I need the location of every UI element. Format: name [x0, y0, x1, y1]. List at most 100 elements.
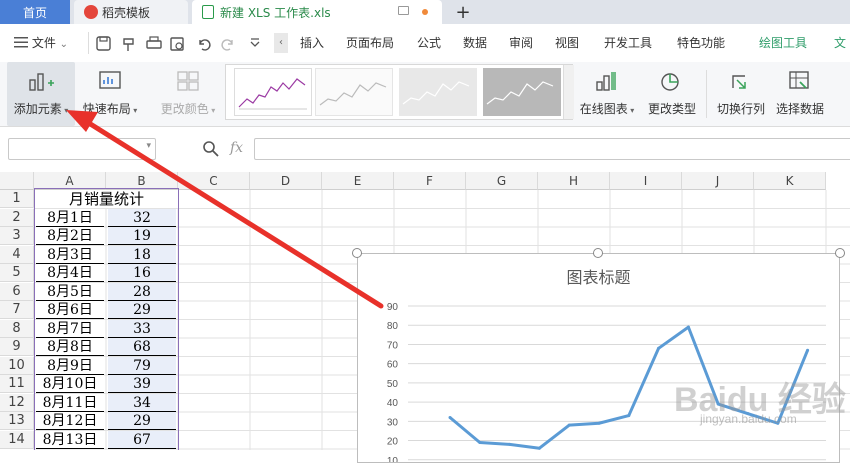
- change-type-button[interactable]: 更改类型: [644, 62, 700, 126]
- save-icon[interactable]: [96, 36, 111, 51]
- switch-row-col-button[interactable]: 切换行列: [712, 62, 770, 126]
- sales-cell[interactable]: 39: [108, 375, 176, 393]
- menu-data[interactable]: 数据: [463, 24, 487, 62]
- format-painter-icon[interactable]: [123, 38, 134, 51]
- zoom-search-icon[interactable]: [202, 140, 220, 161]
- file-menu-label: 文件: [31, 36, 56, 50]
- undo-icon[interactable]: [199, 39, 211, 51]
- sales-cell[interactable]: 29: [108, 301, 176, 319]
- formula-input[interactable]: [254, 138, 850, 160]
- date-cell[interactable]: 8月6日: [36, 301, 104, 319]
- menu-text-tools[interactable]: 文: [834, 24, 846, 62]
- data-point[interactable]: [627, 414, 631, 418]
- caret-down-icon: ▾: [61, 106, 69, 115]
- caret-down-icon: ▾: [130, 106, 138, 115]
- customize-dropdown-icon[interactable]: [250, 38, 260, 47]
- menu-formula-label: 公式: [417, 36, 442, 50]
- monitor-icon[interactable]: [398, 6, 409, 15]
- watermark-url: jingyan.baidu.com: [700, 412, 797, 426]
- sales-cell[interactable]: 68: [108, 338, 176, 356]
- sales-cell[interactable]: 67: [108, 430, 176, 449]
- add-element-button[interactable]: 添加元素 ▾: [7, 62, 75, 126]
- date-cell[interactable]: 8月1日: [36, 208, 104, 227]
- chart-plot-area: 90 80 70 60 50 40 30 20 10: [387, 302, 826, 462]
- data-point[interactable]: [537, 446, 541, 450]
- date-cell[interactable]: 8月5日: [36, 282, 104, 301]
- sales-cell[interactable]: 32: [108, 208, 176, 227]
- date-cell[interactable]: 8月12日: [36, 412, 104, 430]
- date-cell[interactable]: 8月10日: [36, 375, 104, 393]
- date-cell[interactable]: 8月9日: [36, 356, 104, 375]
- menu-page-layout-label: 页面布局: [346, 36, 395, 50]
- chart-style-thumb-1[interactable]: [234, 68, 312, 116]
- data-point[interactable]: [448, 415, 452, 419]
- online-chart-icon: [591, 66, 623, 96]
- sales-cell[interactable]: 79: [108, 356, 176, 375]
- new-tab-button[interactable]: +: [452, 0, 474, 24]
- resize-handle[interactable]: [835, 248, 845, 258]
- menu-insert[interactable]: 插入: [300, 24, 324, 62]
- print-preview-icon[interactable]: [170, 37, 184, 51]
- sales-cell[interactable]: 28: [108, 282, 176, 301]
- chart-style-thumb-3[interactable]: [399, 68, 477, 116]
- redo-icon[interactable]: [221, 39, 233, 51]
- date-cell[interactable]: 8月4日: [36, 264, 104, 282]
- y-tick-label: 90: [387, 302, 399, 313]
- select-data-button[interactable]: 选择数据: [772, 62, 828, 126]
- line-chart[interactable]: 图表标题 90 80 70 60 50 40 30 20 10: [357, 253, 840, 463]
- menu-insert-label: 插入: [300, 36, 325, 50]
- formula-bar: ▾ fx: [0, 127, 850, 172]
- menu-review[interactable]: 审阅: [509, 24, 533, 62]
- menu-divider: [88, 32, 89, 54]
- print-icon[interactable]: [146, 36, 162, 49]
- menu-features[interactable]: 特色功能: [677, 24, 725, 62]
- data-point[interactable]: [597, 421, 601, 425]
- add-element-label: 添加元素: [13, 102, 62, 116]
- menu-developer[interactable]: 开发工具: [604, 24, 652, 62]
- scroll-left-icon[interactable]: ‹: [274, 33, 288, 53]
- date-cell[interactable]: 8月3日: [36, 245, 104, 264]
- sales-cell[interactable]: 33: [108, 319, 176, 338]
- fx-icon[interactable]: fx: [230, 140, 243, 156]
- data-point[interactable]: [686, 325, 690, 329]
- sales-cell[interactable]: 16: [108, 264, 176, 282]
- data-point[interactable]: [478, 440, 482, 444]
- tab-file[interactable]: 新建 XLS 工作表.xls: [192, 0, 442, 24]
- change-color-button[interactable]: 更改颜色 ▾: [155, 62, 221, 126]
- y-tick-label: 30: [387, 417, 399, 428]
- data-point[interactable]: [806, 348, 810, 352]
- sales-cell[interactable]: 19: [108, 227, 176, 245]
- menu-drawing-tools[interactable]: 绘图工具: [759, 24, 807, 62]
- change-type-icon: [656, 66, 688, 96]
- date-cell[interactable]: 8月2日: [36, 227, 104, 245]
- tab-template[interactable]: 稻壳模板: [74, 0, 188, 24]
- date-cell[interactable]: 8月7日: [36, 319, 104, 338]
- date-cell[interactable]: 8月11日: [36, 393, 104, 412]
- chevron-down-icon: ⌄: [59, 39, 69, 50]
- quick-layout-button[interactable]: 快速布局 ▾: [78, 62, 142, 126]
- menu-formula[interactable]: 公式: [417, 24, 441, 62]
- data-point[interactable]: [508, 442, 512, 446]
- online-chart-button[interactable]: 在线图表 ▾: [576, 62, 638, 126]
- resize-handle[interactable]: [593, 248, 603, 258]
- date-cell[interactable]: 8月8日: [36, 338, 104, 356]
- menu-view[interactable]: 视图: [555, 24, 579, 62]
- gallery-scroll-icon[interactable]: [563, 65, 574, 119]
- date-cell[interactable]: 8月13日: [36, 430, 104, 449]
- chart-style-thumb-2[interactable]: [315, 68, 393, 116]
- resize-handle[interactable]: [352, 248, 362, 258]
- y-tick-label: 20: [387, 437, 399, 448]
- chevron-down-icon[interactable]: ▾: [146, 141, 151, 151]
- menu-page-layout[interactable]: 页面布局: [346, 24, 394, 62]
- tab-home[interactable]: 首页: [0, 0, 70, 24]
- file-menu[interactable]: 文件 ⌄: [14, 24, 68, 62]
- data-point[interactable]: [657, 346, 661, 350]
- sheet-title-cell[interactable]: 月销量统计: [34, 190, 179, 208]
- sales-cell[interactable]: 34: [108, 393, 176, 412]
- data-point[interactable]: [567, 423, 571, 427]
- change-color-label: 更改颜色: [160, 102, 209, 116]
- sales-cell[interactable]: 18: [108, 245, 176, 264]
- name-box[interactable]: ▾: [8, 138, 156, 160]
- sales-cell[interactable]: 29: [108, 412, 176, 430]
- chart-style-thumb-4[interactable]: [483, 68, 561, 116]
